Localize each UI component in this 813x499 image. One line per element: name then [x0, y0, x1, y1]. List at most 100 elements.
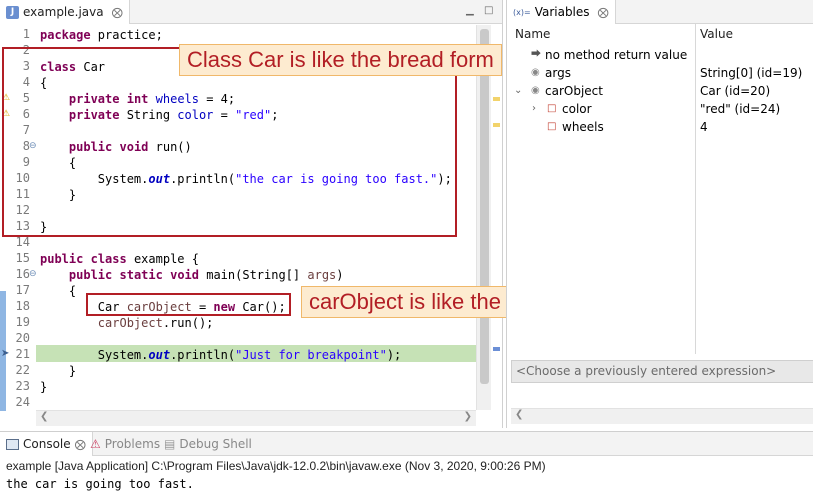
code-local-variable: args — [307, 268, 337, 282]
debug-shell-tab-label: Debug Shell — [179, 437, 252, 451]
code-text: ); — [386, 348, 402, 362]
variable-name: color — [562, 102, 592, 116]
line-number: 16 — [15, 267, 30, 281]
close-icon[interactable]: ⨂ — [598, 6, 609, 19]
tab-debug-shell[interactable]: ▤ Debug Shell — [158, 432, 258, 456]
code-keyword: package — [40, 28, 91, 42]
console-tab-bar: Console ⨂ ⚠ Problems ▤ Debug Shell — [0, 432, 813, 456]
object-annotation-box — [86, 293, 291, 316]
editor-tab-label: example.java — [23, 5, 104, 19]
scroll-left-icon[interactable]: ❮ — [515, 409, 523, 420]
code-string: "Just for breakpoint" — [235, 348, 387, 362]
console-icon — [6, 438, 19, 450]
scroll-left-icon[interactable]: ❮ — [40, 411, 48, 422]
tab-console[interactable]: Console ⨂ — [0, 432, 93, 456]
problems-icon: ⚠ — [90, 437, 101, 451]
column-header-value[interactable]: Value — [700, 27, 733, 45]
code-keyword: void — [170, 268, 199, 282]
variable-row[interactable]: ⮕ no method return value — [507, 46, 807, 64]
console-output[interactable]: the car is going too fast. — [6, 477, 194, 491]
editor-horizontal-scrollbar[interactable]: ❮ ❯ — [36, 410, 476, 426]
variable-value: "red" (id=24) — [700, 102, 781, 116]
warning-marker[interactable] — [493, 123, 500, 127]
code-text: main(String[] — [199, 268, 308, 282]
variable-row[interactable]: › □ color "red" (id=24) — [507, 100, 807, 118]
code-text: practice; — [90, 28, 163, 42]
variable-row[interactable]: □ wheels 4 — [507, 118, 807, 136]
code-line-21: System.out.println("Just for breakpoint"… — [40, 347, 401, 363]
line-number: 18 — [15, 299, 30, 313]
private-field-icon: □ — [547, 103, 557, 114]
code-keyword: static — [119, 268, 163, 282]
console-tab-label: Console — [23, 437, 71, 451]
line-number: 22 — [15, 363, 30, 377]
variables-tab-label: Variables — [534, 5, 590, 19]
code-line-23: } — [40, 379, 47, 395]
editor-pane: J example.java ⨂ ▁ □ 1 2 3 4 5 6 7 8 9 10 11 12 13 14… — [0, 0, 572, 428]
code-text: .run(); — [162, 316, 214, 330]
code-static-field: out — [148, 348, 171, 362]
variables-pane: (x)= Variables ⨂ Name Value ⮕ no method … — [506, 0, 813, 428]
process-description: example [Java Application] C:\Program Fi… — [6, 459, 546, 473]
line-number: 20 — [15, 331, 30, 345]
problems-tab-label: Problems — [104, 437, 161, 451]
occurrence-marker[interactable] — [493, 347, 500, 351]
code-text: .println( — [170, 348, 236, 362]
code-keyword: class — [90, 252, 127, 266]
variables-view-icon: (x)= — [513, 7, 531, 17]
line-number: 23 — [15, 379, 30, 393]
local-variable-icon: ◉ — [531, 85, 540, 96]
code-text: { — [68, 284, 77, 298]
code-local-variable: carObject — [97, 316, 163, 330]
column-header-name[interactable]: Name — [515, 27, 550, 45]
code-line-22: } — [40, 363, 76, 379]
maximize-icon[interactable]: □ — [484, 5, 493, 16]
local-variable-icon: ◉ — [531, 67, 540, 78]
private-field-icon: □ — [547, 121, 557, 132]
code-line-16: public static void main(String[] args) — [40, 267, 344, 283]
variables-horizontal-scrollbar[interactable]: ❮ — [511, 408, 813, 424]
variable-name: wheels — [562, 120, 604, 134]
warning-marker[interactable] — [493, 97, 500, 101]
code-text: } — [68, 364, 77, 378]
code-line-1: package practice; — [40, 27, 163, 43]
scroll-right-icon[interactable]: ❯ — [464, 411, 472, 422]
code-keyword: public — [68, 268, 113, 282]
code-text: System. — [97, 348, 149, 362]
debug-shell-icon: ▤ — [164, 437, 176, 451]
variable-row[interactable]: ◉ args String[0] (id=19) — [507, 64, 807, 82]
code-text: example { — [126, 252, 199, 266]
minimize-icon[interactable]: ▁ — [466, 5, 474, 16]
expression-combo[interactable]: <Choose a previously entered expression> — [511, 360, 813, 383]
variable-name: args — [545, 66, 571, 80]
code-line-15: public class example { — [40, 251, 199, 267]
variable-value: String[0] (id=19) — [700, 66, 803, 80]
chevron-right-icon[interactable]: › — [532, 100, 536, 118]
variable-value: 4 — [700, 120, 708, 134]
overview-ruler — [491, 25, 502, 410]
chevron-down-icon[interactable]: ⌄ — [514, 82, 522, 100]
breakpoint-icon[interactable]: ➤ — [1, 348, 9, 359]
return-value-icon: ⮕ — [531, 49, 541, 60]
console-pane: Console ⨂ ⚠ Problems ▤ Debug Shell examp… — [0, 431, 813, 499]
code-keyword: public — [40, 252, 84, 266]
line-number: 14 — [15, 235, 30, 249]
line-number: 1 — [22, 27, 30, 41]
line-number: 15 — [15, 251, 30, 265]
line-number: 19 — [15, 315, 30, 329]
editor-vertical-scrollbar[interactable] — [476, 25, 491, 410]
close-icon[interactable]: ⨂ — [112, 6, 123, 19]
code-line-19: carObject.run(); — [40, 315, 214, 331]
tab-example-java[interactable]: J example.java ⨂ — [0, 0, 130, 24]
line-number: 17 — [15, 283, 30, 297]
code-line-17: { — [40, 283, 76, 299]
variable-row[interactable]: ⌄ ◉ carObject Car (id=20) — [507, 82, 807, 100]
variable-name: no method return value — [545, 48, 688, 62]
scroll-thumb[interactable] — [480, 29, 489, 384]
tab-problems[interactable]: ⚠ Problems — [84, 432, 166, 456]
editor-tab-bar: J example.java ⨂ ▁ □ — [0, 0, 502, 24]
java-file-icon: J — [6, 5, 19, 19]
tab-variables[interactable]: (x)= Variables ⨂ — [507, 0, 616, 24]
code-text: } — [40, 380, 48, 394]
code-text: ) — [336, 268, 344, 282]
